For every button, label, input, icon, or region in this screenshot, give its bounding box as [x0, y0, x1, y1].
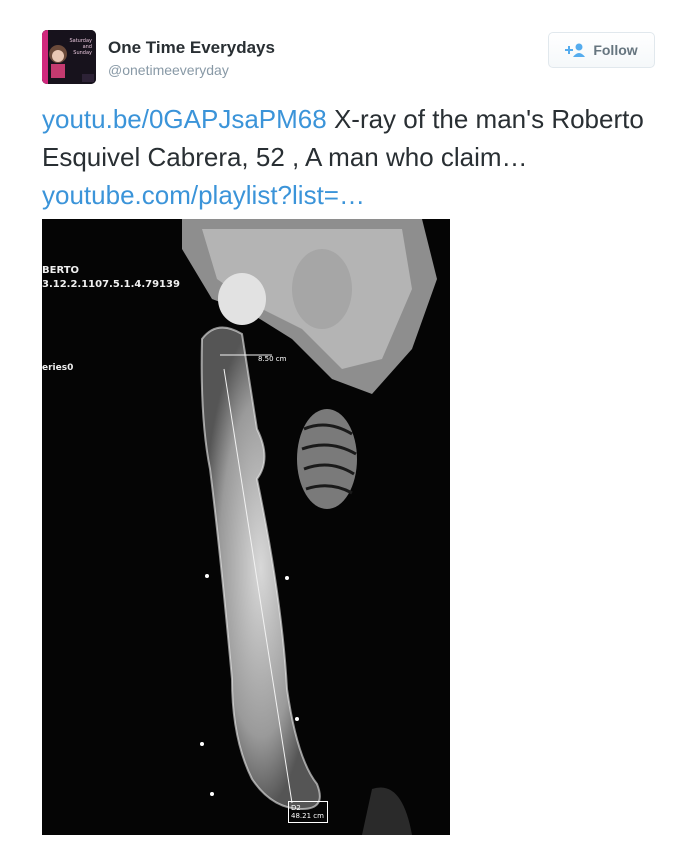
- follow-button[interactable]: Follow: [548, 32, 655, 68]
- xray-study-id: 3.12.2.1107.5.1.4.79139: [42, 279, 180, 290]
- user-handle[interactable]: @onetimeeveryday: [108, 62, 229, 78]
- xray-series-label: eries0: [42, 363, 74, 373]
- avatar-caption-line: Sunday: [73, 50, 92, 56]
- xray-measure-label: 8.50 cm: [258, 355, 287, 363]
- avatar[interactable]: Saturday and Sunday: [42, 30, 96, 84]
- xray-measure-box: D2 48.21 cm: [288, 801, 328, 823]
- tweet-link-playlist[interactable]: youtube.com/playlist?list=…: [42, 180, 365, 210]
- follow-label: Follow: [593, 42, 638, 58]
- tweet-card: Saturday and Sunday One Time Everydays @…: [0, 0, 700, 868]
- tweet-text: youtu.be/0GAPJsaPM68 X-ray of the man's …: [42, 100, 672, 214]
- tweet-link-video[interactable]: youtu.be/0GAPJsaPM68: [42, 104, 327, 134]
- xray-measure-box-line: 48.21 cm: [291, 812, 324, 820]
- xray-measure-box-line: D2: [291, 804, 301, 812]
- tweet-image[interactable]: BERTO 3.12.2.1107.5.1.4.79139 eries0 8.5…: [42, 219, 450, 835]
- xray-patient-name: BERTO: [42, 265, 80, 276]
- avatar-caption: Saturday and Sunday: [46, 38, 92, 56]
- add-user-icon: [565, 43, 586, 57]
- display-name[interactable]: One Time Everydays: [108, 38, 275, 58]
- xray-image: [42, 219, 450, 835]
